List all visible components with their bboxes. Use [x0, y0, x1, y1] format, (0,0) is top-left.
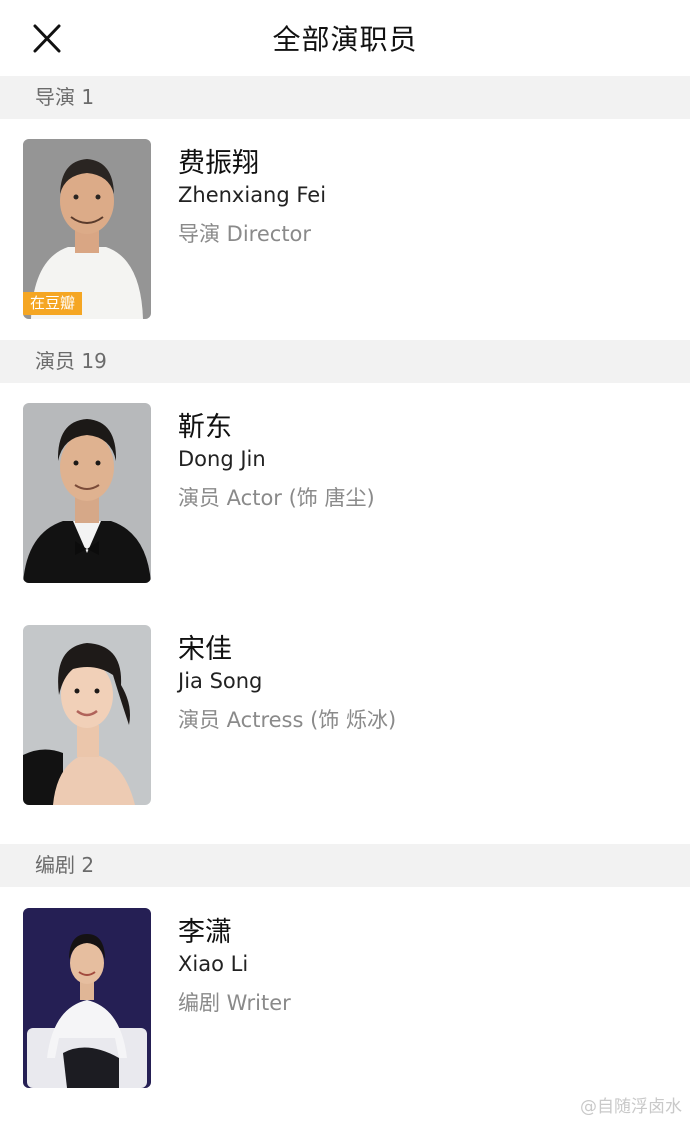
- avatar: [23, 403, 151, 583]
- person-name-en: Xiao Li: [178, 952, 249, 976]
- person-role: 演员 Actress (饰 烁冰): [178, 708, 397, 732]
- person-name-zh: 宋佳: [178, 634, 232, 665]
- person-name-en: Jia Song: [178, 669, 263, 693]
- person-role: 导演 Director: [178, 222, 312, 246]
- person-card-director[interactable]: 在豆瓣 费振翔 Zhenxiang Fei 导演 Director: [0, 139, 690, 319]
- person-name-zh: 李潇: [178, 917, 232, 948]
- person-role: 编剧 Writer: [178, 991, 291, 1015]
- page-title: 全部演职员: [272, 23, 418, 56]
- person-role: 演员 Actor (饰 唐尘): [178, 486, 375, 510]
- person-name-en: Dong Jin: [178, 447, 266, 471]
- person-name-zh: 靳东: [178, 412, 232, 443]
- person-card-actor-1[interactable]: 靳东 Dong Jin 演员 Actor (饰 唐尘): [0, 403, 690, 583]
- avatar: 在豆瓣: [23, 139, 151, 319]
- section-header-writers: 编剧 2: [0, 844, 690, 887]
- person-name-en: Zhenxiang Fei: [178, 183, 327, 207]
- top-bar: 全部演职员: [0, 0, 690, 76]
- avatar: [23, 908, 151, 1088]
- person-name-zh: 费振翔: [178, 148, 259, 179]
- douban-badge: 在豆瓣: [23, 292, 83, 315]
- section-header-actors: 演员 19: [0, 340, 690, 383]
- person-card-writer[interactable]: 李潇 Xiao Li 编剧 Writer: [0, 908, 690, 1088]
- avatar: [23, 625, 151, 805]
- person-card-actor-2[interactable]: 宋佳 Jia Song 演员 Actress (饰 烁冰): [0, 625, 690, 805]
- section-header-director: 导演 1: [0, 76, 690, 119]
- watermark: @自随浮卤水: [580, 1097, 682, 1117]
